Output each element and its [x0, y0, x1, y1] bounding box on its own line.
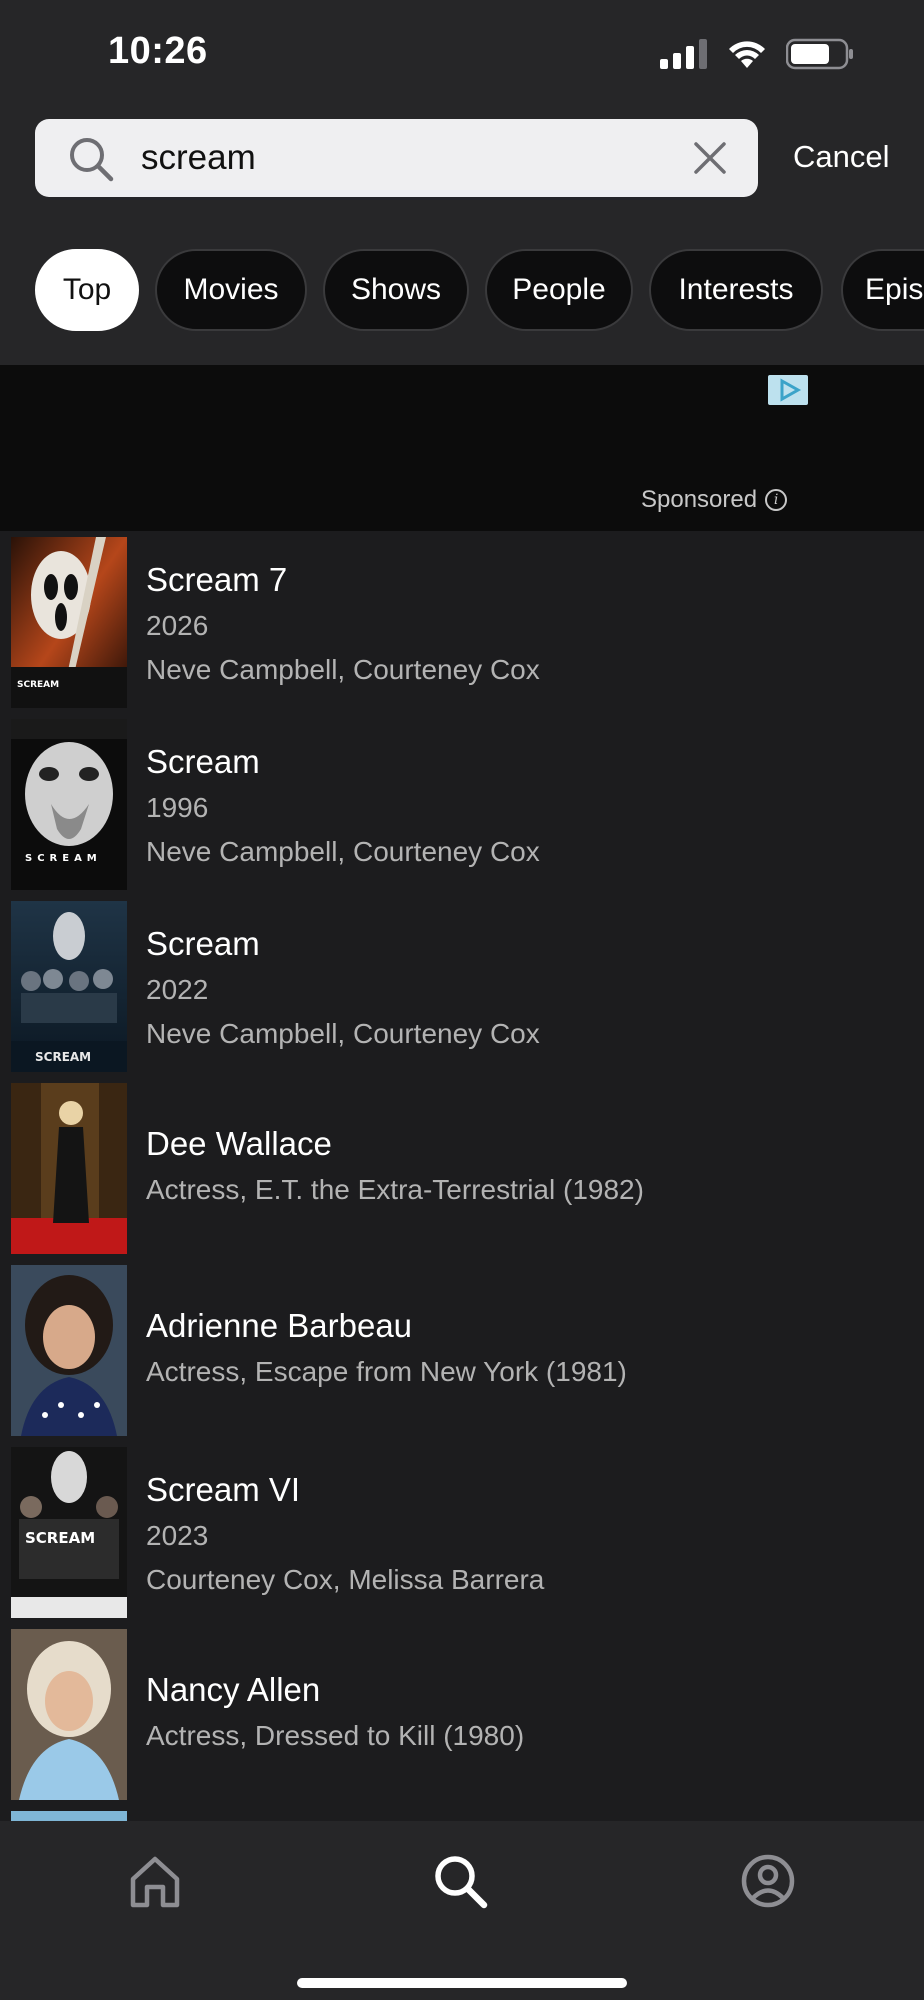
poster-thumbnail: SCREAM [11, 901, 127, 1072]
top-bar: 10:26 scream Cancel Top Movies Shows Peo… [0, 0, 924, 365]
result-row[interactable]: Dee Wallace Actress, E.T. the Extra-Terr… [0, 1077, 924, 1259]
result-title: Nancy Allen [146, 1671, 321, 1708]
search-input[interactable]: scream [141, 138, 256, 178]
result-cast: Neve Campbell, Courteney Cox [146, 836, 540, 867]
chip-top[interactable]: Top [35, 249, 139, 331]
result-row[interactable]: SCREAM Scream 7 2026 Neve Campbell, Cour… [0, 531, 924, 713]
cancel-button[interactable]: Cancel [793, 139, 890, 175]
result-row[interactable]: Nancy Allen Actress, Dressed to Kill (19… [0, 1623, 924, 1805]
sponsored-label: Sponsored i [641, 486, 788, 514]
wifi-icon [729, 41, 765, 68]
result-year: 2022 [146, 974, 209, 1005]
poster-thumbnail: SCREAM [11, 537, 127, 708]
chip-interests[interactable]: Interests [649, 249, 823, 331]
filter-chips: Top Movies Shows People Interests Episod… [35, 249, 924, 331]
search-tab[interactable] [420, 1841, 500, 1921]
poster-thumbnail: SCREAM [11, 719, 127, 890]
svg-text:SCREAM: SCREAM [25, 1529, 95, 1547]
svg-text:SCREAM: SCREAM [35, 1050, 91, 1064]
chip-people[interactable]: People [485, 249, 633, 331]
result-known-for: Actress, E.T. the Extra-Terrestrial (198… [146, 1174, 644, 1205]
search-icon [70, 138, 114, 182]
result-cast: Courteney Cox, Melissa Barrera [146, 1564, 545, 1595]
clear-icon[interactable] [692, 140, 728, 176]
home-icon [130, 1856, 180, 1908]
person-photo [11, 1629, 127, 1800]
person-photo [11, 1083, 127, 1254]
result-title: Scream [146, 743, 260, 780]
result-title: Dee Wallace [146, 1125, 332, 1162]
result-known-for: Actress, Escape from New York (1981) [146, 1356, 627, 1387]
home-tab[interactable] [115, 1841, 195, 1921]
result-title: Scream [146, 925, 260, 962]
result-cast: Neve Campbell, Courteney Cox [146, 654, 540, 685]
home-indicator [297, 1978, 627, 1988]
result-title: Scream VI [146, 1471, 301, 1508]
result-row[interactable] [0, 1805, 924, 1821]
result-row[interactable]: SCREAM Scream 1996 Neve Campbell, Courte… [0, 713, 924, 895]
result-cast: Neve Campbell, Courteney Cox [146, 1018, 540, 1049]
adchoices-icon[interactable] [768, 375, 808, 405]
result-row[interactable]: SCREAM Scream 2022 Neve Campbell, Courte… [0, 895, 924, 1077]
chip-shows[interactable]: Shows [323, 249, 469, 331]
result-year: 2026 [146, 610, 209, 641]
person-photo [11, 1265, 127, 1436]
cellular-signal-icon [660, 39, 707, 69]
result-title: Scream 7 [146, 561, 288, 598]
svg-text:SCREAM: SCREAM [25, 853, 102, 864]
sponsored-banner[interactable]: Sponsored i [0, 365, 924, 531]
bottom-navigation [0, 1821, 924, 2000]
result-year: 1996 [146, 792, 209, 823]
result-title: Adrienne Barbeau [146, 1307, 413, 1344]
search-field[interactable]: scream [35, 119, 758, 197]
svg-text:SCREAM: SCREAM [17, 680, 59, 690]
info-icon[interactable]: i [765, 489, 788, 511]
search-icon [435, 1856, 488, 1909]
result-row[interactable]: SCREAM Scream VI 2023 Courteney Cox, Mel… [0, 1441, 924, 1623]
result-year: 2023 [146, 1520, 209, 1551]
results-list: SCREAM Scream 7 2026 Neve Campbell, Cour… [0, 531, 924, 1821]
chip-episodes[interactable]: Episodes [841, 249, 924, 331]
chip-movies[interactable]: Movies [155, 249, 307, 331]
status-time: 10:26 [108, 30, 208, 72]
profile-icon [741, 1854, 795, 1908]
poster-thumbnail: SCREAM [11, 1447, 127, 1618]
profile-tab[interactable] [728, 1841, 808, 1921]
poster-thumbnail [11, 1811, 127, 1821]
result-row[interactable]: Adrienne Barbeau Actress, Escape from Ne… [0, 1259, 924, 1441]
status-icons [660, 38, 854, 70]
battery-icon [786, 38, 853, 70]
result-known-for: Actress, Dressed to Kill (1980) [146, 1720, 525, 1751]
